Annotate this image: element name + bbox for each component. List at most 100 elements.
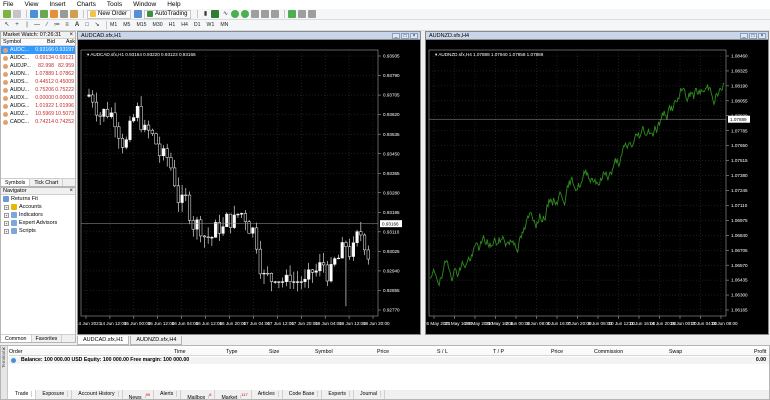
terminal-tab-mailbox[interactable]: Mailbox6 xyxy=(181,390,216,400)
zoom-in-icon[interactable] xyxy=(231,10,240,18)
col-profit[interactable]: Profit xyxy=(754,348,766,356)
market-watch-row[interactable]: AUDN... 1.07889 1.07862 xyxy=(1,70,75,78)
col-current-price[interactable]: Price xyxy=(551,348,563,356)
candlestick-icon[interactable] xyxy=(211,10,220,18)
col-size[interactable]: Size xyxy=(269,348,279,356)
crosshair-icon[interactable]: + xyxy=(13,21,21,29)
vertical-line-icon[interactable]: | xyxy=(23,21,31,29)
chart-canvas-audcad[interactable]: 0.93935 0.93790 0.93705 0.93620 0.93535 0.934… xyxy=(78,40,420,334)
menu-charts[interactable]: Charts xyxy=(77,1,96,8)
chart-shift-icon[interactable] xyxy=(271,10,280,18)
terminal-tab-exposure[interactable]: Exposure xyxy=(36,390,73,399)
menu-window[interactable]: Window xyxy=(133,1,156,8)
menu-tools[interactable]: Tools xyxy=(107,1,122,8)
col-stop-loss[interactable]: S / L xyxy=(437,348,448,356)
tab-favorites[interactable]: Favorites xyxy=(32,335,63,342)
close-icon[interactable]: × xyxy=(410,33,418,39)
bar-chart-icon[interactable]: ▮ xyxy=(201,10,209,18)
expand-icon[interactable]: + xyxy=(4,212,9,218)
fibonacci-icon[interactable]: ≡ xyxy=(63,21,71,29)
balance-row[interactable]: Balance: 100 000.00 USD Equity: 100 000.… xyxy=(9,357,769,364)
terminal-tab-experts[interactable]: Experts xyxy=(322,390,354,399)
close-icon[interactable]: × xyxy=(2,347,6,353)
scroll-chart-icon[interactable] xyxy=(261,10,270,18)
close-icon[interactable]: × xyxy=(758,33,766,39)
col-bid[interactable]: Bid xyxy=(35,39,55,45)
menu-help[interactable]: Help xyxy=(167,1,180,8)
chart-canvas-audnzd[interactable]: 1.084601.083251.081901.080551.079201.077… xyxy=(426,40,768,334)
col-symbol[interactable]: Symbol xyxy=(315,348,333,356)
col-price[interactable]: Price xyxy=(377,348,389,356)
market-watch-row[interactable]: AUDG... 1.01922 1.01996 xyxy=(1,102,75,110)
menu-view[interactable]: View xyxy=(24,1,38,8)
terminal-tab-trade[interactable]: Trade xyxy=(9,390,37,399)
col-time[interactable]: Time xyxy=(174,348,186,356)
expand-icon[interactable]: + xyxy=(4,220,9,226)
minimize-icon[interactable]: _ xyxy=(740,33,748,39)
timeframe-h4[interactable]: H4 xyxy=(181,22,188,28)
chart-tab-audcad[interactable]: AUDCAD.sfx,H1 xyxy=(77,336,130,345)
timeframe-d1[interactable]: D1 xyxy=(194,22,201,28)
label-icon[interactable]: □ xyxy=(83,21,91,29)
menu-file[interactable]: File xyxy=(3,1,13,8)
nav-item-scripts[interactable]: + Scripts xyxy=(1,227,75,235)
data-window-icon[interactable] xyxy=(40,10,48,18)
channel-icon[interactable]: ≔ xyxy=(53,21,61,29)
col-commission[interactable]: Commission xyxy=(594,348,623,356)
indicators-icon[interactable] xyxy=(288,10,297,18)
terminal-tab-articles[interactable]: Articles xyxy=(252,390,283,399)
timeframe-m1[interactable]: M1 xyxy=(110,22,117,28)
tab-symbols[interactable]: Symbols xyxy=(1,179,31,186)
market-watch-row[interactable]: AUDX... 0.00000 0.00000 xyxy=(1,94,75,102)
terminal-tab-journal[interactable]: Journal xyxy=(354,390,385,399)
market-watch-row[interactable]: CADC... 0.74214 0.74252 xyxy=(1,118,75,126)
cursor-icon[interactable]: ↖ xyxy=(3,21,11,29)
maximize-icon[interactable]: □ xyxy=(749,33,757,39)
market-watch-row[interactable]: AUDC... 0.93166 0.93197 xyxy=(1,46,75,54)
col-ask[interactable]: Ask xyxy=(55,39,75,45)
col-swap[interactable]: Swap xyxy=(669,348,682,356)
text-icon[interactable]: A xyxy=(73,21,81,29)
timeframe-w1[interactable]: W1 xyxy=(207,22,215,28)
market-watch-row[interactable]: AUDC... 0.69134 0.69121 xyxy=(1,54,75,62)
terminal-icon[interactable] xyxy=(60,10,68,18)
market-watch-icon[interactable] xyxy=(30,10,38,18)
metaeditor-icon[interactable] xyxy=(134,10,143,18)
market-watch-row[interactable]: AUDU... 0.75206 0.75222 xyxy=(1,86,75,94)
timeframe-m15[interactable]: M15 xyxy=(136,22,146,28)
terminal-tab-alerts[interactable]: Alerts xyxy=(154,390,182,399)
nav-root[interactable]: Returns Fit xyxy=(1,195,75,203)
col-symbol[interactable]: Symbol xyxy=(1,39,35,45)
tab-tick-chart[interactable]: Tick Chart xyxy=(30,179,64,186)
tile-windows-icon[interactable] xyxy=(251,10,260,18)
zoom-out-icon[interactable] xyxy=(241,10,250,18)
minimize-icon[interactable]: _ xyxy=(392,33,400,39)
nav-item-accounts[interactable]: + Accounts xyxy=(1,203,75,211)
autotrading-button[interactable]: AutoTrading xyxy=(144,9,192,19)
close-icon[interactable]: × xyxy=(69,188,73,195)
market-watch-row[interactable]: AUDZ... 10.5969 10.5073 xyxy=(1,110,75,118)
periods-icon[interactable] xyxy=(298,10,307,18)
market-watch-row[interactable]: AUDJP... 82.998 82.959 xyxy=(1,62,75,70)
expand-icon[interactable]: + xyxy=(4,228,9,234)
terminal-tab-news[interactable]: News99 xyxy=(123,390,155,400)
nav-item-indicators[interactable]: + Indicators xyxy=(1,211,75,219)
col-type[interactable]: Type xyxy=(226,348,237,356)
terminal-tab-market[interactable]: Market117 xyxy=(215,390,252,400)
new-chart-icon[interactable] xyxy=(3,10,11,18)
col-order[interactable]: Order xyxy=(9,348,23,356)
nav-item-expert-advisors[interactable]: + Expert Advisors xyxy=(1,219,75,227)
horizontal-line-icon[interactable]: — xyxy=(33,21,41,29)
tester-icon[interactable] xyxy=(70,10,78,18)
expand-icon[interactable]: + xyxy=(4,204,9,210)
timeframe-h1[interactable]: H1 xyxy=(169,22,176,28)
templates-icon[interactable] xyxy=(308,10,317,18)
timeframe-m30[interactable]: M30 xyxy=(153,22,163,28)
navigator-icon[interactable] xyxy=(50,10,58,18)
profiles-icon[interactable] xyxy=(13,10,21,18)
tab-common[interactable]: Common xyxy=(1,335,32,342)
chart-tab-audnzd[interactable]: AUDNZD.sfx,H4 xyxy=(130,336,183,345)
market-watch-row[interactable]: AUDS... 0.44512 0.45009 xyxy=(1,78,75,86)
maximize-icon[interactable]: □ xyxy=(401,33,409,39)
arrow-icon[interactable]: ↘ xyxy=(93,21,101,29)
